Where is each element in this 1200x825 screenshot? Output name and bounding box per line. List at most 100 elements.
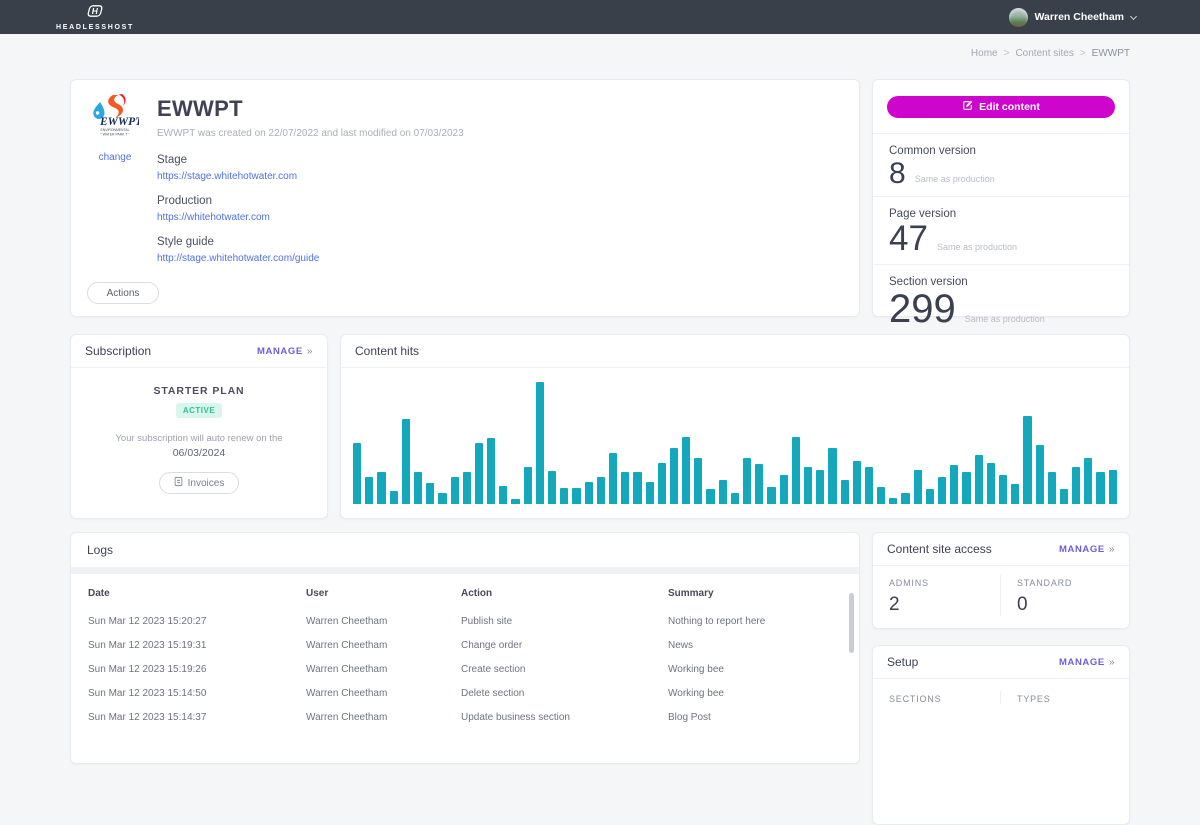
breadcrumb-item[interactable]: EWWPT [1092,48,1130,59]
table-cell: Change order [461,640,668,651]
chart-bar [1084,458,1092,504]
table-cell: Sun Mar 12 2023 15:19:31 [88,640,306,651]
setup-title: Setup [887,655,918,669]
access-manage-link[interactable]: MANAGE » [1059,544,1115,555]
chart-bar [987,463,995,504]
chart-bar [499,486,507,504]
chart-bar [694,458,702,504]
chart-bar [670,448,678,504]
renew-date: 06/03/2024 [71,447,327,459]
subscription-manage-label: MANAGE [257,346,303,357]
page-version-value: 47 [889,223,928,255]
chart-bar [999,475,1007,504]
user-name: Warren Cheetham [1035,11,1124,23]
brand-logo[interactable]: H HEADLESSHOST [56,4,134,31]
chart-bar [755,464,763,504]
table-cell: Sun Mar 12 2023 15:20:27 [88,616,306,627]
section-version-label: Section version [889,276,1113,288]
chart-bar [1011,484,1019,504]
chart-bar [1048,472,1056,504]
chart-bar [511,499,519,504]
site-logo-text: EWWPT [99,116,139,128]
chart-bar [585,482,593,504]
section-version-section: Section version 299 Same as production [873,264,1129,336]
common-version-value: 8 [889,160,906,187]
versions-card: Edit content Common version 8 Same as pr… [872,79,1130,317]
chart-bar [560,488,568,504]
content-hits-card: Content hits [340,334,1130,519]
table-cell: Warren Cheetham [306,664,461,675]
actions-button[interactable]: Actions [87,282,159,304]
chart-bar [1036,445,1044,504]
stage-url-link[interactable]: https://stage.whitehotwater.com [157,171,297,182]
sections-label: SECTIONS [889,694,984,704]
chart-bar [1109,470,1117,504]
table-cell: Working bee [668,664,842,675]
chart-bar [377,472,385,504]
site-logo: EWWPT ENVIRONMENTAL " WATER PARK T " [91,125,139,142]
production-label: Production [157,195,464,207]
chart-bar [463,472,471,504]
site-logo-caption-2: " WATER PARK T " [101,133,131,137]
scrollbar-thumb[interactable] [849,593,854,653]
double-chevron-icon: » [1109,657,1115,668]
logs-title: Logs [87,543,113,557]
chart-bar [353,443,361,504]
column-action: Action [461,588,668,599]
stage-label: Stage [157,154,464,166]
setup-card: Setup MANAGE » SECTIONS TYPES [872,645,1130,825]
chart-bar [475,443,483,504]
common-version-note: Same as production [915,174,995,187]
admins-value: 2 [889,594,984,616]
breadcrumb-separator: > [1080,48,1086,59]
chart-bar [865,467,873,504]
style-guide-url-link[interactable]: http://stage.whitehotwater.com/guide [157,253,319,264]
subscription-manage-link[interactable]: MANAGE » [257,346,313,357]
table-row: Sun Mar 12 2023 15:19:26Warren CheethamC… [71,657,859,681]
chart-bar [1096,472,1104,504]
logs-card: Logs Date User Action Summary Sun Mar 12… [70,532,860,764]
table-row: Sun Mar 12 2023 15:14:50Warren CheethamD… [71,681,859,705]
table-cell: Blog Post [668,712,842,723]
edit-content-button[interactable]: Edit content [887,96,1115,118]
chart-bar [731,493,739,504]
chart-bar [767,487,775,504]
chart-bar [438,493,446,504]
chart-bar [365,477,373,504]
logs-table-body: Sun Mar 12 2023 15:20:27Warren CheethamP… [71,609,859,729]
chart-bar [975,455,983,504]
style-guide-label: Style guide [157,236,464,248]
chart-bar [938,477,946,504]
breadcrumb-separator: > [1004,48,1010,59]
breadcrumb-item[interactable]: Home [971,48,998,59]
common-version-label: Common version [889,145,1113,157]
section-version-value: 299 [889,291,956,327]
navbar: H HEADLESSHOST Warren Cheetham [0,0,1200,34]
chart-bar [426,483,434,504]
plan-name: STARTER PLAN [71,385,327,397]
status-badge: ACTIVE [176,403,222,418]
chart-bar [646,482,654,504]
table-row: Sun Mar 12 2023 15:20:27Warren CheethamP… [71,609,859,633]
content-site-access-card: Content site access MANAGE » ADMINS 2 ST… [872,532,1130,629]
invoices-button[interactable]: Invoices [159,472,240,494]
double-chevron-icon: » [307,346,313,357]
user-menu[interactable]: Warren Cheetham [1009,8,1136,27]
chart-bar [926,489,934,504]
site-subtitle: EWWPT was created on 22/07/2022 and last… [157,128,464,139]
production-url-link[interactable]: https://whitehotwater.com [157,212,270,223]
change-logo-link[interactable]: change [99,152,132,163]
invoices-label: Invoices [188,478,225,489]
chart-bar [658,463,666,504]
edit-content-label: Edit content [979,101,1040,113]
chart-bar [792,437,800,504]
table-cell: Warren Cheetham [306,712,461,723]
setup-manage-link[interactable]: MANAGE » [1059,657,1115,668]
breadcrumb-item[interactable]: Content sites [1015,48,1073,59]
subscription-card: Subscription MANAGE » STARTER PLAN ACTIV… [70,334,328,519]
content-hits-title: Content hits [355,344,419,358]
chart-bar [1060,489,1068,504]
table-cell: News [668,640,842,651]
chart-bar [609,453,617,504]
subscription-title: Subscription [85,344,151,358]
